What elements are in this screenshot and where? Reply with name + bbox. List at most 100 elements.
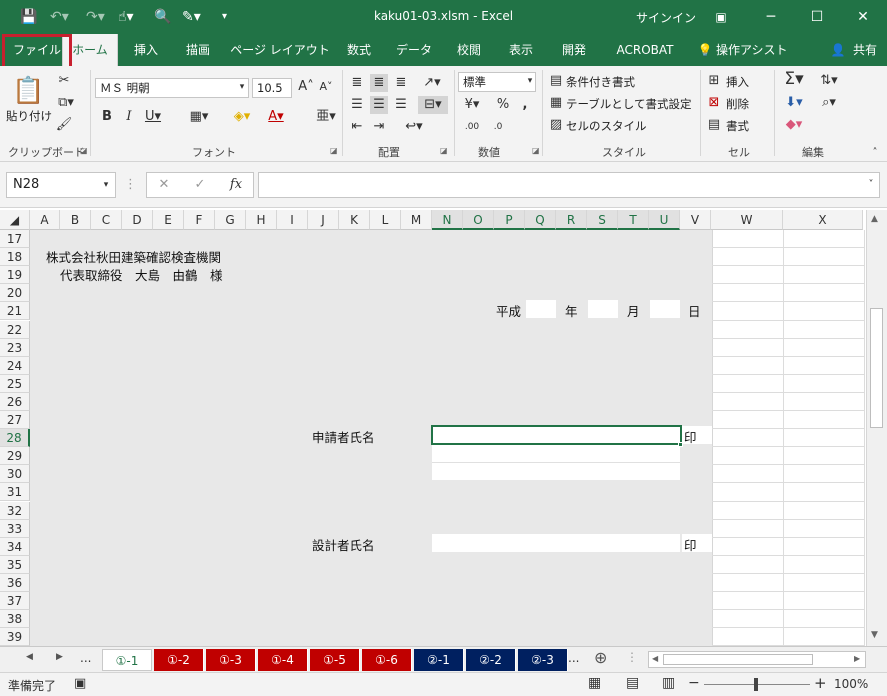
row-header-38[interactable]: 38 xyxy=(0,610,30,629)
autosum-icon[interactable]: Σ▾ xyxy=(780,70,808,88)
page-layout-view-icon[interactable]: ▤ xyxy=(626,675,639,691)
row-header-26[interactable]: 26 xyxy=(0,392,30,411)
column-header-j[interactable]: J xyxy=(308,210,339,230)
column-header-x[interactable]: X xyxy=(783,210,863,230)
column-header-e[interactable]: E xyxy=(153,210,184,230)
column-header-q[interactable]: Q xyxy=(525,210,556,230)
scroll-left-icon[interactable]: ◀ xyxy=(652,654,658,663)
share-button[interactable]: 共有 xyxy=(848,34,882,66)
lightbulb-icon[interactable]: 💡 xyxy=(696,34,714,66)
drag-handle-icon[interactable]: ⋮ xyxy=(124,176,137,194)
worksheet-grid[interactable]: ◢ ABCDEFGHIJKLMNOPQRSTUVWX 17 18 19 20 21 22 2… xyxy=(0,210,887,646)
macro-record-icon[interactable]: ▣ xyxy=(74,676,86,691)
align-left-icon[interactable]: ☰ xyxy=(348,96,366,114)
tell-me-search[interactable]: 操作アシスト xyxy=(716,34,788,66)
function-icon[interactable]: fx xyxy=(226,176,246,194)
clear-icon[interactable]: ◆▾ xyxy=(780,116,808,134)
column-header-r[interactable]: R xyxy=(556,210,587,230)
row-header-23[interactable]: 23 xyxy=(0,338,30,357)
row-header-25[interactable]: 25 xyxy=(0,374,30,393)
selected-cell[interactable] xyxy=(431,425,682,445)
tab-split-handle[interactable]: ⋮ xyxy=(626,650,638,664)
tab-page-layout[interactable]: ページ レイアウト xyxy=(230,34,330,66)
scroll-up-icon[interactable]: ▲ xyxy=(871,214,878,224)
row-header-22[interactable]: 22 xyxy=(0,320,30,339)
borders-icon[interactable]: ▦▾ xyxy=(184,108,214,126)
column-header-p[interactable]: P xyxy=(494,210,525,230)
scroll-thumb[interactable] xyxy=(870,308,883,428)
copy-icon[interactable]: ⧉▾ xyxy=(54,94,78,112)
day-input[interactable] xyxy=(650,300,680,318)
paste-icon[interactable]: 📋 xyxy=(12,74,44,108)
cut-icon[interactable]: ✂ xyxy=(54,72,74,90)
row-header-34[interactable]: 34 xyxy=(0,537,30,556)
row-header-39[interactable]: 39 xyxy=(0,628,30,646)
column-header-u[interactable]: U xyxy=(649,210,680,230)
row-header-18[interactable]: 18 xyxy=(0,248,30,267)
signin-link[interactable]: サインイン xyxy=(636,9,696,26)
ribbon-display-icon[interactable]: ▣ xyxy=(710,6,732,28)
share-person-icon[interactable]: 👤 xyxy=(830,34,846,66)
close-icon[interactable]: ✕ xyxy=(852,6,874,28)
bold-icon[interactable]: B xyxy=(100,108,114,126)
column-header-m[interactable]: M xyxy=(401,210,432,230)
chevron-down-icon[interactable]: ▾ xyxy=(524,72,536,90)
sheet-tab[interactable]: ①-3 xyxy=(206,649,256,671)
row-header-35[interactable]: 35 xyxy=(0,555,30,574)
row-header-28[interactable]: 28 xyxy=(0,429,30,448)
expand-formula-icon[interactable]: ˅ xyxy=(864,176,878,194)
row-header-17[interactable]: 17 xyxy=(0,230,30,249)
applicant-line3-input[interactable] xyxy=(432,462,680,480)
column-header-b[interactable]: B xyxy=(60,210,91,230)
add-sheet-icon[interactable]: ⊕ xyxy=(594,648,607,667)
column-header-n[interactable]: N xyxy=(432,210,463,230)
column-header-c[interactable]: C xyxy=(91,210,122,230)
zoom-level[interactable]: 100% xyxy=(834,677,868,691)
percent-icon[interactable]: % xyxy=(494,96,512,114)
column-header-t[interactable]: T xyxy=(618,210,649,230)
column-header-s[interactable]: S xyxy=(587,210,618,230)
column-header-a[interactable]: A xyxy=(30,210,60,230)
row-header-27[interactable]: 27 xyxy=(0,411,30,430)
row-header-31[interactable]: 31 xyxy=(0,483,30,502)
tab-review[interactable]: 校閲 xyxy=(448,34,490,66)
minimize-icon[interactable]: ─ xyxy=(760,6,782,28)
scroll-down-icon[interactable]: ▼ xyxy=(871,630,878,640)
sheet-tab[interactable]: ①-1 xyxy=(102,649,152,671)
alignment-launcher-icon[interactable]: ◪ xyxy=(440,146,448,155)
formula-input[interactable] xyxy=(258,172,880,198)
tab-view[interactable]: 表示 xyxy=(500,34,542,66)
font-color-icon[interactable]: A▾ xyxy=(262,108,290,126)
next-sheet-icon[interactable]: ▶ xyxy=(56,652,63,662)
tab-developer[interactable]: 開発 xyxy=(552,34,596,66)
zoom-slider-thumb[interactable] xyxy=(754,678,758,691)
collapse-ribbon-icon[interactable]: ˄ xyxy=(868,144,882,162)
column-header-k[interactable]: K xyxy=(339,210,370,230)
wrap-text-icon[interactable]: ↩▾ xyxy=(400,118,428,136)
tab-draw[interactable]: 描画 xyxy=(176,34,220,66)
fill-icon[interactable]: ⬇▾ xyxy=(780,94,808,112)
prev-sheet-icon[interactable]: ◀ xyxy=(26,652,33,662)
tab-insert[interactable]: 挿入 xyxy=(124,34,168,66)
sheet-ellipsis-right[interactable]: ... xyxy=(568,651,579,665)
decrease-indent-icon[interactable]: ⇤ xyxy=(348,118,366,136)
sheet-tab[interactable]: ①-5 xyxy=(310,649,360,671)
row-header-36[interactable]: 36 xyxy=(0,573,30,592)
chevron-down-icon[interactable]: ▾ xyxy=(236,78,248,96)
column-header-o[interactable]: O xyxy=(463,210,494,230)
font-size-select[interactable]: 10.5 xyxy=(252,78,292,98)
column-header-g[interactable]: G xyxy=(215,210,246,230)
shrink-font-icon[interactable]: A˅ xyxy=(318,78,334,96)
cancel-icon[interactable]: ✕ xyxy=(156,176,172,194)
sheet-tab[interactable]: ①-2 xyxy=(154,649,204,671)
chevron-down-icon[interactable]: ▾ xyxy=(100,176,112,194)
column-header-f[interactable]: F xyxy=(184,210,215,230)
sheet-tab[interactable]: ①-4 xyxy=(258,649,308,671)
delete-cells-button[interactable]: 削除 xyxy=(726,96,749,112)
sheet-tab[interactable]: ①-6 xyxy=(362,649,412,671)
row-header-24[interactable]: 24 xyxy=(0,356,30,375)
increase-indent-icon[interactable]: ⇥ xyxy=(370,118,388,136)
conditional-format-button[interactable]: 条件付き書式 xyxy=(566,74,635,90)
vertical-scrollbar[interactable]: ▲ ▼ xyxy=(866,210,887,646)
page-break-view-icon[interactable]: ▥ xyxy=(662,675,675,691)
